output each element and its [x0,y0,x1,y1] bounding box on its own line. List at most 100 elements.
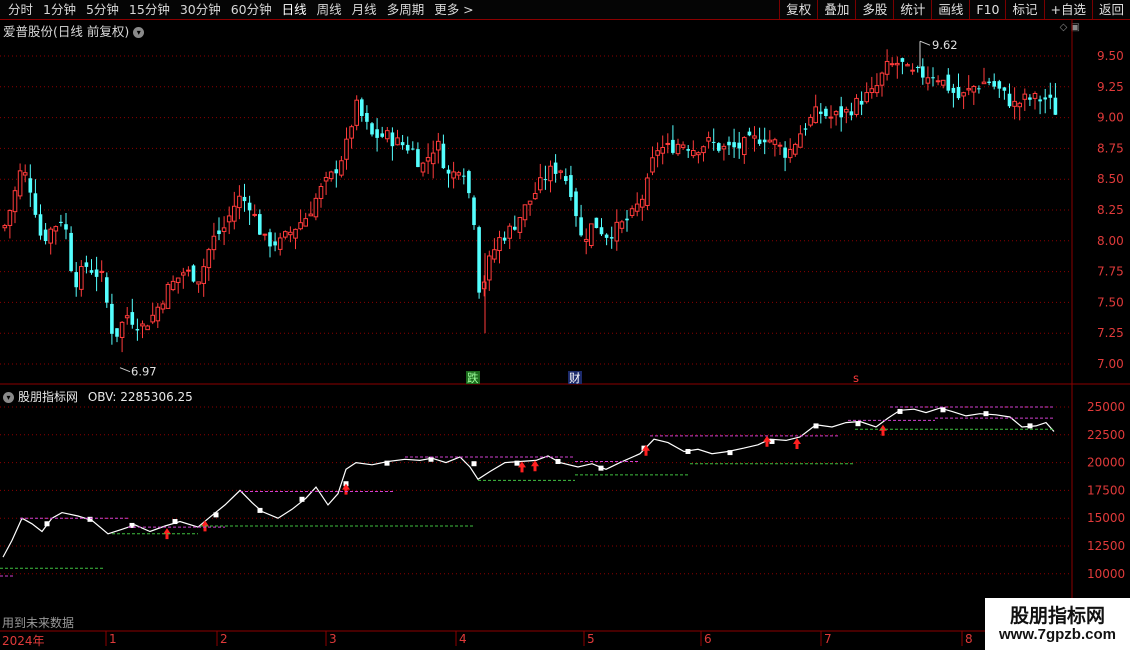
price-tick-label: 7.00 [1097,357,1124,371]
candle-body-up [140,323,145,327]
candle-body-down [859,100,864,105]
obv-dot-marker [727,450,733,456]
indicator-name: 股朋指标网 [18,390,79,404]
candle-body-down [258,214,262,235]
candle-body-up [328,171,334,180]
candle-body-up [793,143,798,155]
candle-body-down [89,270,94,273]
candle-body-up [232,205,237,222]
candle-body-up [706,137,711,142]
event-marker-0: 跌 [467,371,479,385]
obv-dot-marker [983,411,989,417]
candle-body-up [614,221,620,242]
candle-body-up [895,62,900,66]
candle-body-up [650,157,655,173]
candle-body-down [502,237,507,241]
candle-body-up [349,126,354,139]
chevron-down-icon[interactable]: ▾ [3,392,14,403]
obv-dot-marker [555,458,561,464]
candle-body-down [84,262,89,267]
candle-body-up [548,165,553,182]
candle-body-down [594,217,599,229]
candle-body-up [869,88,875,94]
obv-dot-marker [598,465,604,471]
candle-body-up [634,203,640,212]
candle-body-down [987,81,991,84]
candle-body-up [293,228,298,239]
candle-body-down [977,88,981,90]
obv-dot-marker [855,421,861,427]
candle-body-down [64,224,68,230]
candle-body-up [211,235,217,251]
candle-body-up [451,171,456,179]
obv-dot-marker [940,407,946,413]
candle-body-up [691,150,696,157]
candle-body-down [992,81,996,87]
candle-body-up [828,116,834,119]
month-label-1: 1 [109,632,117,646]
candle-body-up [538,177,543,191]
candle-body-up [854,97,859,115]
candle-body-down [135,329,140,331]
candle-body-up [17,170,23,197]
candle-body-up [318,185,324,199]
candle-body-up [844,108,849,113]
obv-dot-marker [299,496,305,502]
obv-dot-marker [471,461,477,467]
high-marker-arrow [919,40,931,46]
candle-body-down [956,87,961,99]
price-tick-label: 7.50 [1097,295,1124,309]
low-marker-arrow [119,367,131,373]
buy-arrow-icon [342,483,350,495]
candle-body-down [268,232,272,247]
candle-body-up [777,144,783,147]
candle-body-down [380,133,384,137]
candle-body-down [365,112,369,122]
candle-body-up [201,266,206,284]
candle-body-up [308,213,314,217]
candle-body-down [819,111,823,114]
candle-body-up [966,88,972,91]
candle-body-up [344,138,349,160]
obv-dot-marker [257,507,263,513]
indicator-title[interactable]: ▾ 股朋指标网 OBV: 2285306.25 [3,388,193,405]
candle-body-down [915,67,920,69]
candle-body-up [981,81,987,85]
candle-body-down [946,74,951,91]
candle-body-down [747,131,752,136]
candle-body-up [1022,93,1028,100]
candle-body-down [931,77,935,79]
candle-body-down [477,227,481,293]
candle-body-up [124,315,130,319]
candle-body-up [181,272,186,276]
price-tick-label: 9.50 [1097,49,1124,63]
indicator-tick-label: 25000 [1087,400,1125,414]
candle-body-down [467,171,471,194]
obv-dot-marker [514,460,520,466]
candle-body-up [808,116,813,126]
kline-chart[interactable]: 9.50 9.25 9.00 8.75 8.50 8.25 8.00 7.75 7.50 7.25… [0,0,1130,650]
candle-body-up [772,139,778,145]
candle-body-down [375,129,379,138]
candle-body-up [905,64,910,67]
candle-body-down [400,142,405,146]
watermark-url: www.7gpzb.com [999,626,1116,643]
candle-body-up [119,321,125,338]
candle-body-up [742,137,747,156]
candle-body-down [727,141,731,146]
obv-dot-marker [213,512,219,518]
indicator-tick-label: 17500 [1087,483,1125,497]
candle-body-up [487,255,492,281]
candle-body-up [395,137,400,146]
candle-body-up [456,172,461,176]
price-tick-label: 8.50 [1097,172,1124,186]
candle-body-up [940,79,946,86]
price-tick-label: 7.25 [1097,326,1124,340]
candle-body-up [619,221,625,229]
candle-body-up [288,231,293,236]
candle-body-down [711,141,716,143]
candle-body-down [43,229,48,241]
candle-body-down [997,81,1002,89]
candle-body-up [221,227,227,233]
candle-body-up [798,133,803,148]
